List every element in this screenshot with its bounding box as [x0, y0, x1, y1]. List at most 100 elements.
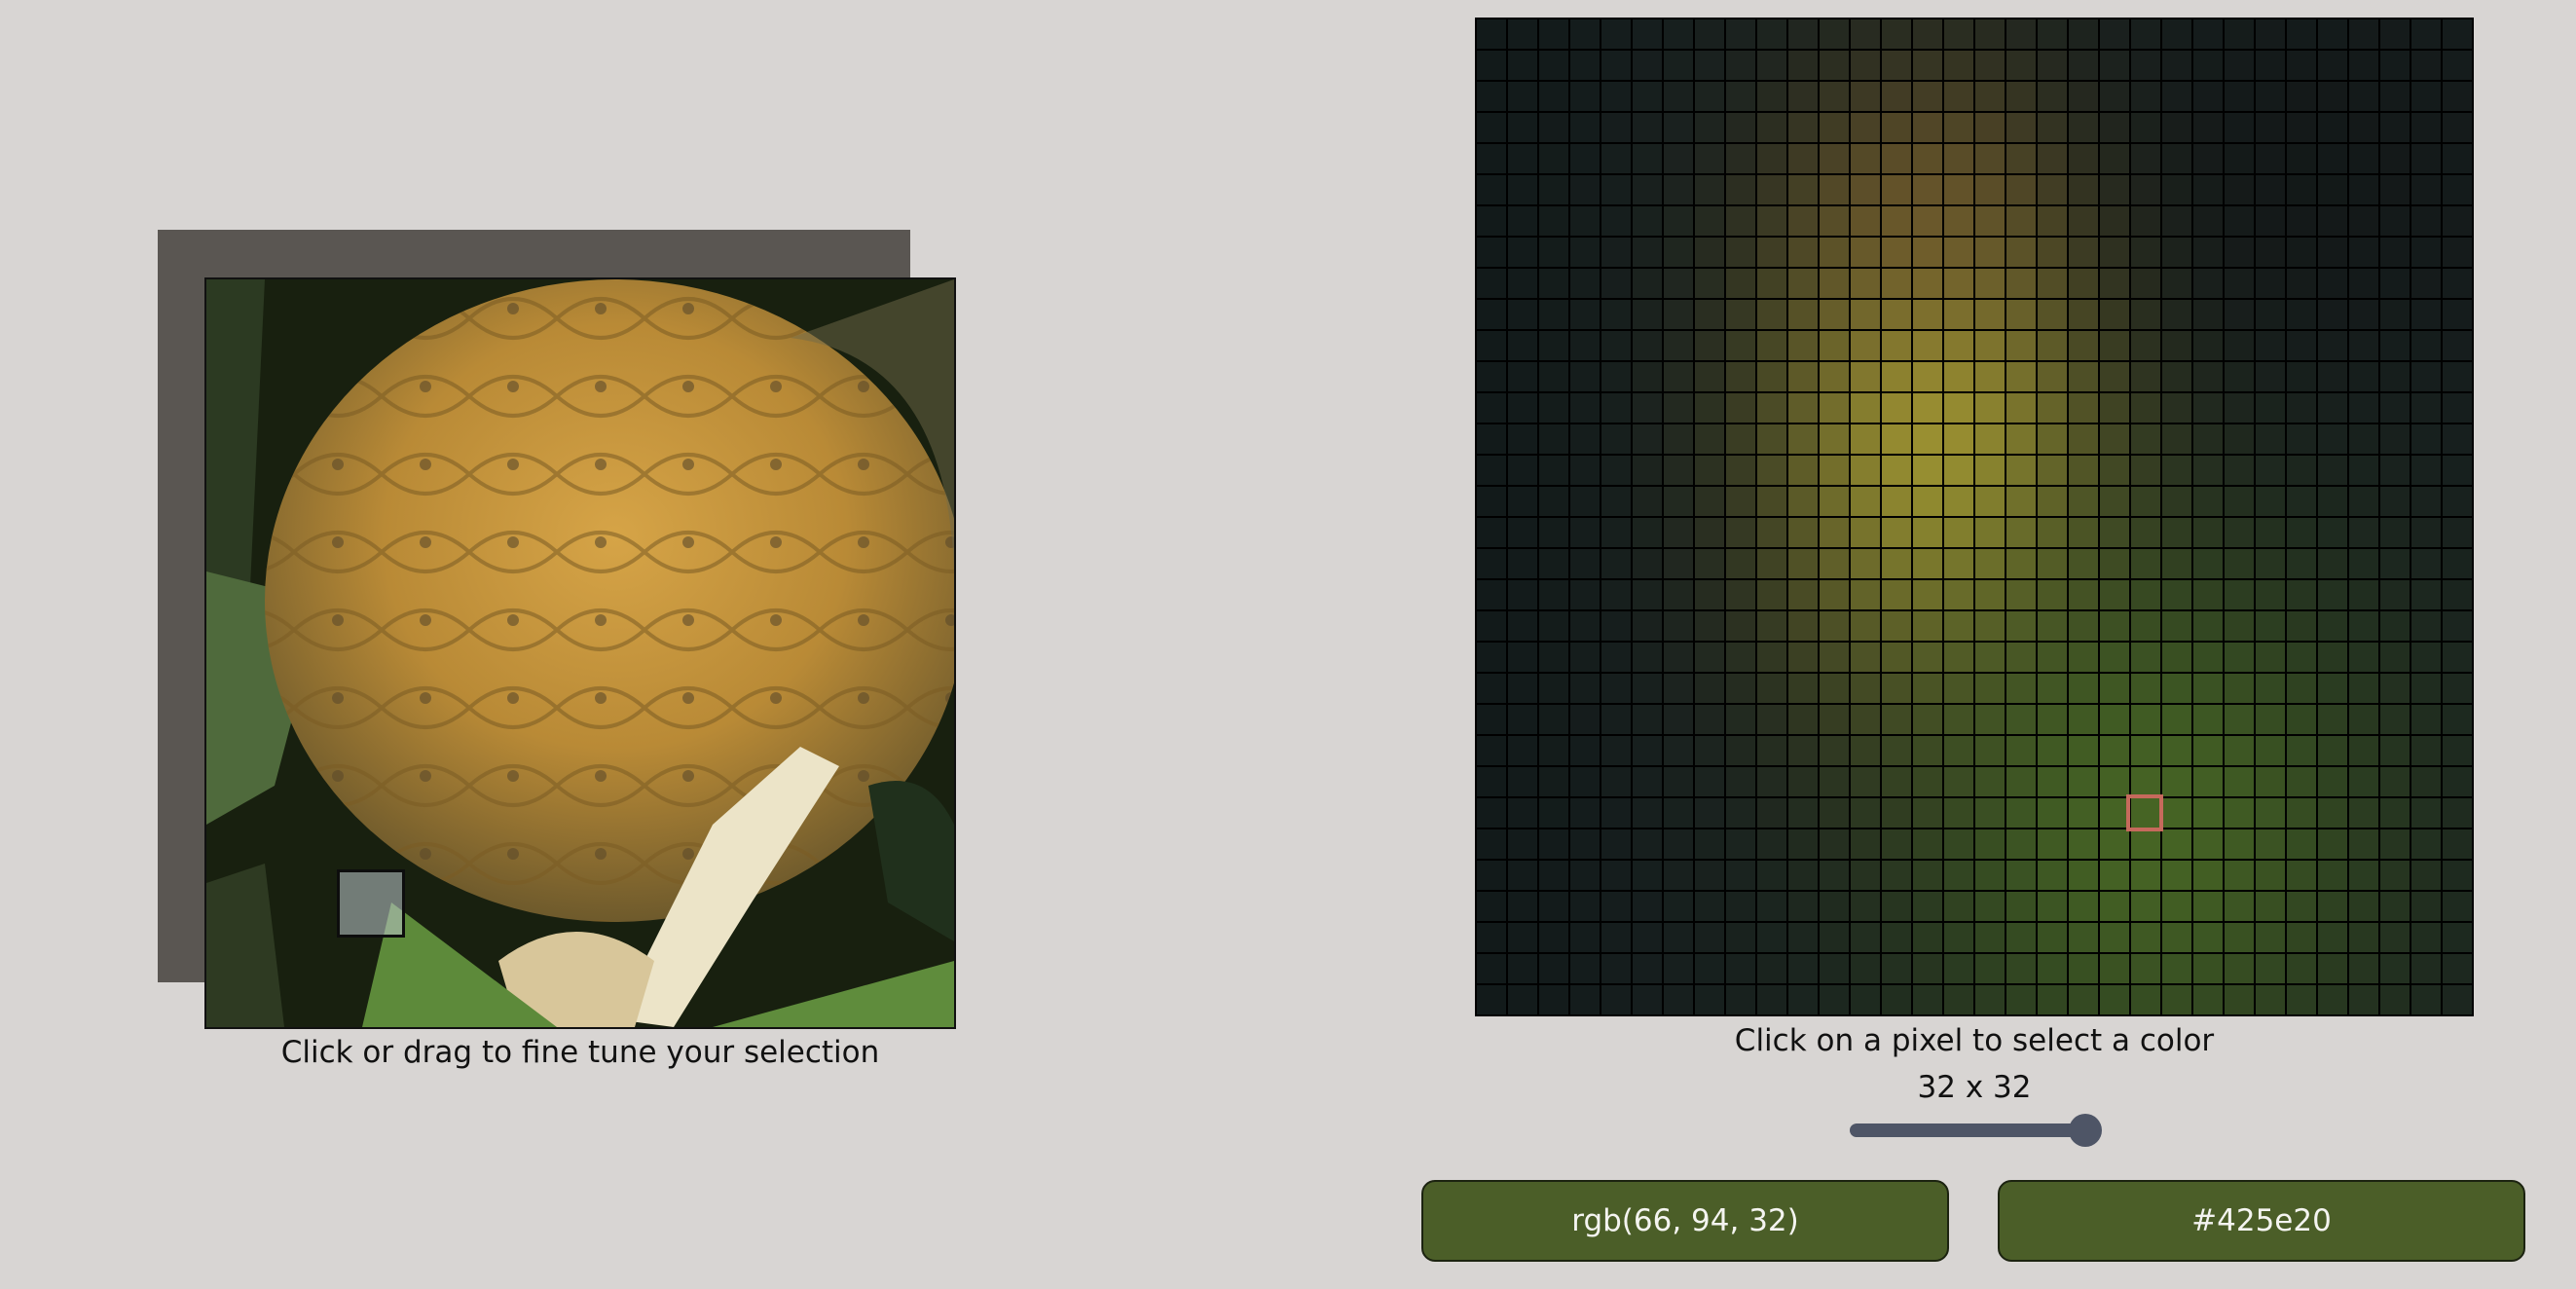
pixel-cell[interactable] — [1477, 643, 1506, 672]
pixel-cell[interactable] — [1757, 643, 1786, 672]
pixel-cell[interactable] — [1664, 892, 1693, 921]
pixel-cell[interactable] — [1539, 393, 1568, 423]
pixel-cell[interactable] — [1913, 518, 1942, 547]
pixel-cell[interactable] — [1913, 456, 1942, 485]
source-photo[interactable] — [204, 277, 956, 1029]
pixel-cell[interactable] — [1944, 643, 1973, 672]
pixel-cell[interactable] — [2349, 206, 2378, 236]
pixel-cell[interactable] — [1757, 580, 1786, 609]
pixel-cell[interactable] — [2225, 767, 2254, 796]
pixel-cell[interactable] — [2006, 736, 2036, 765]
pixel-cell[interactable] — [2006, 113, 2036, 142]
pixel-cell[interactable] — [1788, 393, 1818, 423]
pixel-cell[interactable] — [1508, 82, 1537, 111]
pixel-cell[interactable] — [2411, 798, 2441, 828]
pixel-cell[interactable] — [1851, 487, 1880, 516]
pixel-cell[interactable] — [2162, 580, 2191, 609]
pixel-cell[interactable] — [2225, 798, 2254, 828]
pixel-cell[interactable] — [1508, 269, 1537, 298]
pixel-cell[interactable] — [2038, 798, 2067, 828]
pixel-cell[interactable] — [2349, 861, 2378, 890]
pixel-cell[interactable] — [1788, 175, 1818, 204]
pixel-cell[interactable] — [1664, 798, 1693, 828]
pixel-cell[interactable] — [2038, 705, 2067, 734]
pixel-cell[interactable] — [1664, 861, 1693, 890]
pixel-cell[interactable] — [1726, 549, 1755, 578]
pixel-cell[interactable] — [1508, 487, 1537, 516]
pixel-cell[interactable] — [2380, 923, 2410, 952]
pixel-cell[interactable] — [1820, 362, 1849, 391]
pixel-cell[interactable] — [1726, 19, 1755, 49]
pixel-cell[interactable] — [1695, 19, 1724, 49]
pixel-cell[interactable] — [1664, 424, 1693, 454]
pixel-cell[interactable] — [2318, 611, 2347, 641]
pixel-cell[interactable] — [1601, 82, 1631, 111]
pixel-cell[interactable] — [1882, 954, 1911, 983]
pixel-cell[interactable] — [2131, 985, 2160, 1014]
pixel-cell[interactable] — [2006, 393, 2036, 423]
pixel-cell[interactable] — [2100, 393, 2129, 423]
pixel-cell[interactable] — [2380, 798, 2410, 828]
pixel-cell[interactable] — [1820, 985, 1849, 1014]
pixel-cell[interactable] — [1882, 518, 1911, 547]
pixel-cell[interactable] — [1570, 954, 1600, 983]
pixel-cell[interactable] — [2287, 175, 2316, 204]
pixel-cell[interactable] — [1757, 456, 1786, 485]
pixel-cell[interactable] — [1726, 269, 1755, 298]
pixel-cell[interactable] — [1477, 393, 1506, 423]
pixel-cell[interactable] — [1539, 300, 1568, 329]
pixel-cell[interactable] — [1851, 424, 1880, 454]
pixel-cell[interactable] — [2193, 643, 2223, 672]
pixel-cell[interactable] — [1695, 331, 1724, 360]
pixel-cell[interactable] — [2443, 144, 2472, 173]
pixel-cell[interactable] — [2318, 487, 2347, 516]
pixel-cell[interactable] — [1975, 393, 2005, 423]
pixel-cell[interactable] — [2443, 518, 2472, 547]
pixel-cell[interactable] — [1539, 767, 1568, 796]
pixel-cell[interactable] — [1913, 611, 1942, 641]
pixel-cell[interactable] — [2380, 300, 2410, 329]
pixel-cell[interactable] — [1601, 19, 1631, 49]
pixel-cell[interactable] — [2038, 985, 2067, 1014]
pixel-cell[interactable] — [2038, 51, 2067, 80]
pixel-cell[interactable] — [1664, 206, 1693, 236]
pixel-cell[interactable] — [1757, 175, 1786, 204]
pixel-cell[interactable] — [1664, 51, 1693, 80]
pixel-cell[interactable] — [2380, 144, 2410, 173]
pixel-cell[interactable] — [2287, 331, 2316, 360]
pixel-cell[interactable] — [1788, 206, 1818, 236]
pixel-cell[interactable] — [1477, 144, 1506, 173]
pixel-cell[interactable] — [1695, 487, 1724, 516]
pixel-cell[interactable] — [1695, 985, 1724, 1014]
pixel-cell[interactable] — [1601, 580, 1631, 609]
pixel-cell[interactable] — [2006, 82, 2036, 111]
pixel-cell[interactable] — [2131, 424, 2160, 454]
pixel-cell[interactable] — [1726, 767, 1755, 796]
pixel-cell[interactable] — [1820, 175, 1849, 204]
pixel-cell[interactable] — [1695, 113, 1724, 142]
pixel-cell[interactable] — [2069, 238, 2098, 267]
pixel-cell[interactable] — [1820, 393, 1849, 423]
pixel-cell[interactable] — [1788, 300, 1818, 329]
pixel-cell[interactable] — [1788, 549, 1818, 578]
pixel-cell[interactable] — [1788, 985, 1818, 1014]
pixel-cell[interactable] — [1851, 674, 1880, 703]
pixel-cell[interactable] — [2411, 144, 2441, 173]
pixel-cell[interactable] — [1882, 705, 1911, 734]
pixel-cell[interactable] — [1788, 456, 1818, 485]
pixel-cell[interactable] — [1477, 82, 1506, 111]
pixel-cell[interactable] — [1851, 362, 1880, 391]
pixel-cell[interactable] — [2100, 767, 2129, 796]
pixel-cell[interactable] — [1820, 954, 1849, 983]
pixel-cell[interactable] — [1820, 705, 1849, 734]
pixel-cell[interactable] — [1726, 144, 1755, 173]
pixel-cell[interactable] — [2006, 362, 2036, 391]
pixel-cell[interactable] — [2318, 393, 2347, 423]
pixel-cell[interactable] — [1539, 144, 1568, 173]
pixel-cell[interactable] — [2349, 985, 2378, 1014]
pixel-cell[interactable] — [1820, 518, 1849, 547]
pixel-cell[interactable] — [1820, 238, 1849, 267]
pixel-cell[interactable] — [1570, 861, 1600, 890]
pixel-cell[interactable] — [1570, 175, 1600, 204]
pixel-cell[interactable] — [2162, 51, 2191, 80]
